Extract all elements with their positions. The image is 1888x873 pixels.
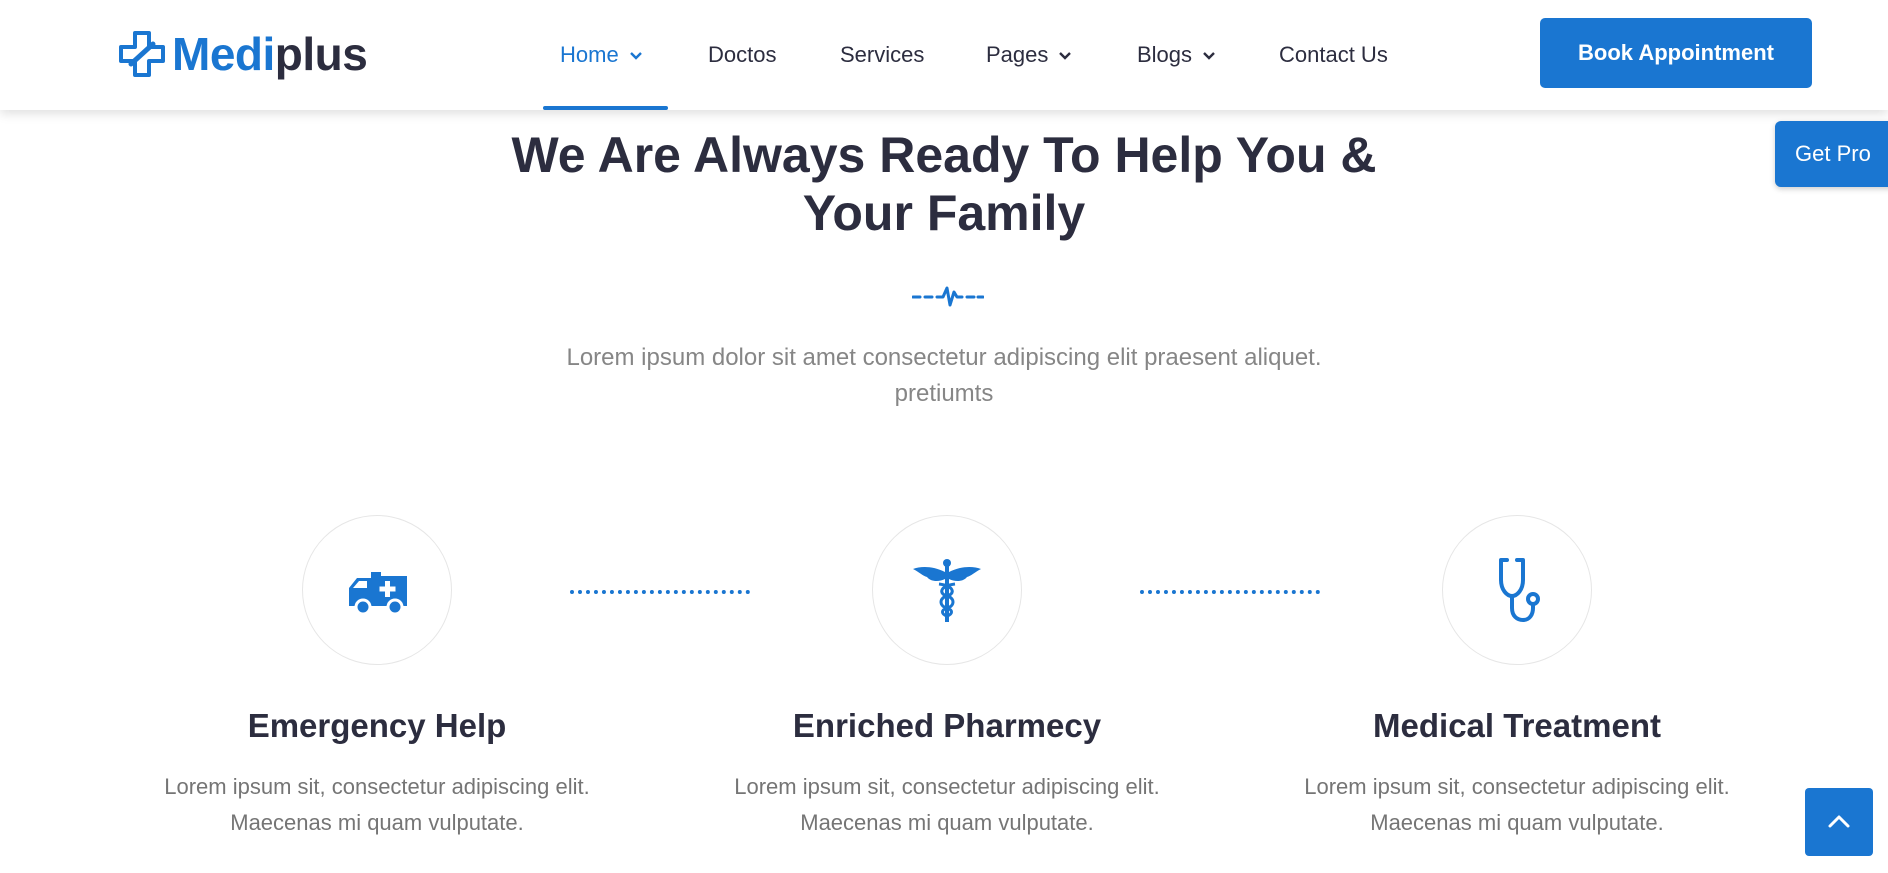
book-appointment-button[interactable]: Book Appointment bbox=[1540, 18, 1812, 88]
section-title: We Are Always Ready To Help You & Your F… bbox=[0, 126, 1888, 242]
section-description-line-1: Lorem ipsum dolor sit amet consectetur a… bbox=[566, 344, 1322, 371]
feature-title: Enriched Pharmecy bbox=[792, 707, 1102, 744]
section-description: Lorem ipsum dolor sit amet consectetur a… bbox=[0, 340, 1888, 412]
nav-item-label: Blogs bbox=[1137, 42, 1193, 67]
feature-icon-circle bbox=[302, 515, 452, 665]
feature-description-line-1: Lorem ipsum sit, consectetur adipiscing … bbox=[1304, 774, 1730, 799]
nav-item-label: Contact Us bbox=[1279, 42, 1388, 67]
nav-item-label: Services bbox=[840, 42, 925, 67]
feature-icon-circle bbox=[1442, 515, 1592, 665]
nav-item-pages[interactable]: Pages bbox=[986, 40, 1072, 70]
nav-active-indicator bbox=[543, 106, 668, 110]
heartbeat-icon bbox=[912, 286, 984, 307]
caduceus-icon bbox=[913, 559, 981, 622]
get-pro-button[interactable]: Get Pro bbox=[1775, 121, 1888, 187]
section-title-line-2: Your Family bbox=[802, 185, 1086, 241]
nav-item-label: Pages bbox=[986, 42, 1049, 67]
feature-title: Emergency Help bbox=[247, 707, 507, 744]
site-header: Mediplus Home Doctos Services Pages Blog… bbox=[0, 0, 1888, 110]
feature-enriched-pharmecy: Enriched Pharmecy Lorem ipsum sit, conse… bbox=[662, 515, 1232, 841]
feature-emergency-help: Emergency Help Lorem ipsum sit, consecte… bbox=[92, 515, 662, 841]
section-description-line-2: pretiumts bbox=[894, 380, 994, 407]
feature-description-line-1: Lorem ipsum sit, consectetur adipiscing … bbox=[164, 774, 590, 799]
scroll-to-top-button[interactable] bbox=[1805, 788, 1873, 856]
nav-item-services[interactable]: Services bbox=[840, 40, 924, 70]
feature-description: Lorem ipsum sit, consectetur adipiscing … bbox=[1232, 769, 1802, 841]
chevron-down-icon bbox=[629, 52, 642, 60]
feature-description-line-1: Lorem ipsum sit, consectetur adipiscing … bbox=[734, 774, 1160, 799]
chevron-down-icon bbox=[1059, 52, 1072, 60]
feature-description-line-2: Maecenas mi quam vulputate. bbox=[800, 810, 1094, 835]
stethoscope-icon bbox=[1499, 558, 1540, 623]
feature-description: Lorem ipsum sit, consectetur adipiscing … bbox=[92, 769, 662, 841]
nav-item-blogs[interactable]: Blogs bbox=[1137, 40, 1216, 70]
nav-item-home[interactable]: Home bbox=[560, 40, 643, 70]
nav-item-doctos[interactable]: Doctos bbox=[708, 40, 776, 70]
feature-description-line-2: Maecenas mi quam vulputate. bbox=[1370, 810, 1664, 835]
nav-item-label: Home bbox=[560, 42, 619, 67]
nav-item-contact-us[interactable]: Contact Us bbox=[1279, 40, 1388, 70]
feature-medical-treatment: Medical Treatment Lorem ipsum sit, conse… bbox=[1232, 515, 1802, 841]
feature-icon-circle bbox=[872, 515, 1022, 665]
chevron-down-icon bbox=[1203, 52, 1215, 60]
ambulance-icon bbox=[349, 572, 407, 616]
chevron-up-icon bbox=[1828, 815, 1850, 828]
feature-title: Medical Treatment bbox=[1373, 707, 1661, 744]
feature-description-line-2: Maecenas mi quam vulputate. bbox=[230, 810, 524, 835]
nav-item-label: Doctos bbox=[708, 42, 777, 67]
section-title-line-1: We Are Always Ready To Help You & bbox=[511, 127, 1377, 183]
feature-description: Lorem ipsum sit, consectetur adipiscing … bbox=[662, 769, 1232, 841]
